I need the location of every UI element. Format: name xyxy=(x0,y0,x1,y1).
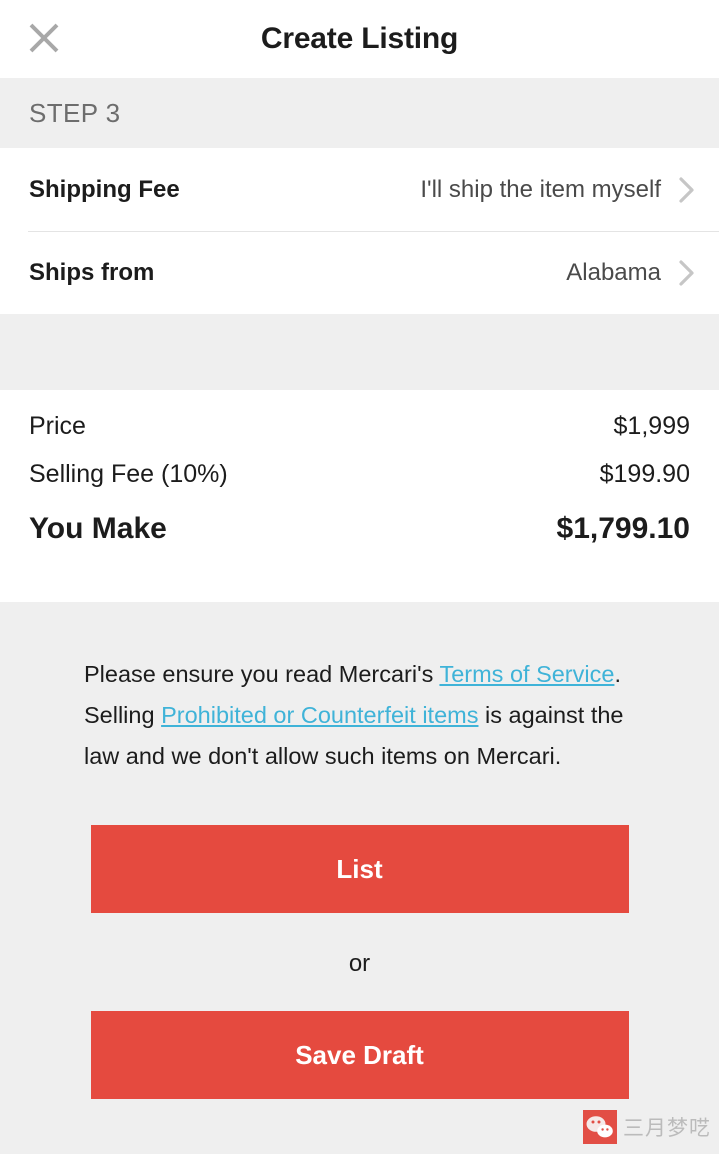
price-label: Price xyxy=(29,412,86,440)
legal-disclaimer: Please ensure you read Mercari's Terms o… xyxy=(84,654,635,777)
chevron-right-icon xyxy=(677,257,697,289)
selling-fee-value: $199.90 xyxy=(599,460,690,488)
price-row: Price $1,999 xyxy=(29,412,690,460)
shipping-options-section: Shipping Fee I'll ship the item myself S… xyxy=(0,148,719,314)
ships-from-row[interactable]: Ships from Alabama xyxy=(0,231,719,314)
list-button[interactable]: List xyxy=(90,825,629,913)
ships-from-value-group: Alabama xyxy=(566,257,697,289)
save-draft-button[interactable]: Save Draft xyxy=(90,1011,629,1099)
step-banner: STEP 3 xyxy=(0,78,719,148)
you-make-row: You Make $1,799.10 xyxy=(29,512,690,570)
app-header: Create Listing xyxy=(0,0,719,78)
terms-of-service-link[interactable]: Terms of Service xyxy=(439,661,614,687)
create-listing-screen: Create Listing STEP 3 Shipping Fee I'll … xyxy=(0,0,719,1154)
you-make-value: $1,799.10 xyxy=(556,512,690,545)
shipping-fee-value: I'll ship the item myself xyxy=(420,175,661,203)
chevron-right-icon xyxy=(677,174,697,206)
watermark-text: 三月梦呓 xyxy=(623,1116,711,1140)
shipping-fee-label: Shipping Fee xyxy=(29,175,180,203)
or-separator-label: or xyxy=(348,950,371,977)
wechat-icon xyxy=(583,1110,617,1144)
shipping-fee-value-group: I'll ship the item myself xyxy=(420,174,697,206)
you-make-label: You Make xyxy=(29,512,167,545)
page-title: Create Listing xyxy=(260,22,459,55)
prohibited-items-link[interactable]: Prohibited or Counterfeit items xyxy=(161,702,478,728)
footer-section: Please ensure you read Mercari's Terms o… xyxy=(0,602,719,1154)
legal-text-part1: Please ensure you read Mercari's xyxy=(84,661,440,687)
section-spacer xyxy=(0,314,719,390)
selling-fee-row: Selling Fee (10%) $199.90 xyxy=(29,460,690,508)
price-summary-section: Price $1,999 Selling Fee (10%) $199.90 Y… xyxy=(0,390,719,602)
step-label: STEP 3 xyxy=(29,97,121,128)
price-value: $1,999 xyxy=(613,412,690,440)
close-button[interactable] xyxy=(20,14,68,62)
selling-fee-label: Selling Fee (10%) xyxy=(29,460,228,488)
shipping-fee-row[interactable]: Shipping Fee I'll ship the item myself xyxy=(0,148,719,231)
close-icon xyxy=(24,18,64,58)
watermark: 三月梦呓 xyxy=(583,1110,711,1144)
ships-from-value: Alabama xyxy=(566,258,661,286)
ships-from-label: Ships from xyxy=(29,258,155,286)
